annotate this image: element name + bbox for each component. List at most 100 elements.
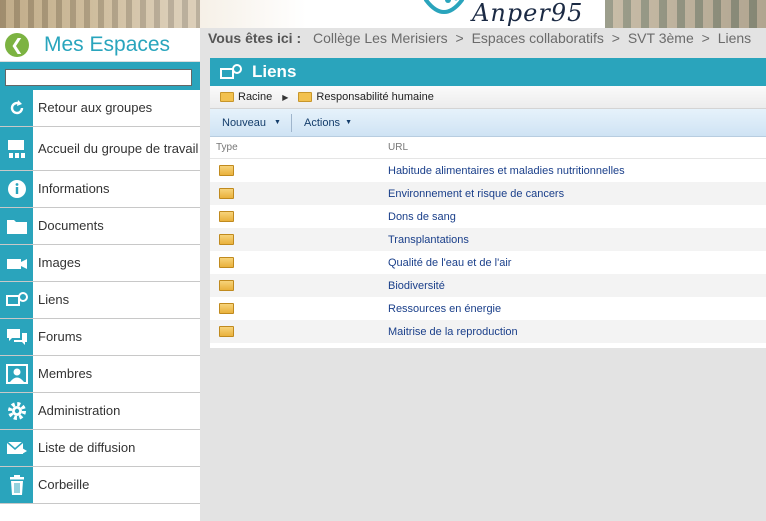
link-title[interactable]: Ressources en énergie [388, 303, 501, 315]
sidebar-item-retour[interactable]: Retour aux groupes [0, 90, 200, 127]
links-icon [0, 282, 33, 318]
site-logo[interactable]: Anper95 [420, 0, 605, 28]
folder-icon [210, 257, 388, 268]
sidebar-item-label: Corbeille [38, 477, 90, 492]
table-row[interactable]: Environnement et risque de cancers [210, 182, 766, 205]
table-row[interactable]: Dons de sang [210, 205, 766, 228]
refresh-icon [0, 90, 33, 126]
sidebar-item-label: Images [38, 255, 81, 270]
folder-icon [210, 326, 388, 337]
breadcrumb: Vous êtes ici : Collège Les Merisiers > … [208, 28, 766, 48]
links-panel: Liens Racine ▶ Responsabilité humaine No… [210, 58, 766, 348]
table-row[interactable]: Ressources en énergie [210, 297, 766, 320]
back-arrow-icon[interactable]: ❮ [5, 32, 29, 57]
link-title[interactable]: Biodiversité [388, 280, 445, 292]
breadcrumb-item[interactable]: Collège Les Merisiers [313, 30, 448, 46]
link-title[interactable]: Dons de sang [388, 211, 456, 223]
gear-icon [0, 393, 33, 429]
chevron-down-icon: ▼ [345, 119, 352, 126]
sidebar-item-label: Administration [38, 403, 121, 418]
link-title[interactable]: Maitrise de la reproduction [388, 326, 518, 338]
breadcrumb-separator: > [455, 30, 464, 46]
folder-icon [210, 211, 388, 222]
column-header-url[interactable]: URL [388, 142, 766, 153]
smile-logo-icon [424, 0, 464, 14]
breadcrumb-prefix: Vous êtes ici : [208, 30, 302, 46]
mail-icon [0, 430, 33, 466]
members-icon [0, 356, 33, 392]
banner-photo-right [605, 0, 766, 28]
sidebar-item-label: Accueil du groupe de travail [38, 140, 199, 156]
sidebar-item-accueil[interactable]: Accueil du groupe de travail [0, 127, 200, 171]
sidebar-item-corbeille[interactable]: Corbeille [0, 467, 200, 504]
sidebar-item-membres[interactable]: Membres [0, 356, 200, 393]
sidebar-item-label: Informations [38, 181, 110, 196]
top-banner: Anper95 [0, 0, 766, 28]
breadcrumb-separator: > [611, 30, 620, 46]
breadcrumb-item[interactable]: SVT 3ème [628, 30, 694, 46]
sidebar-item-label: Liste de diffusion [38, 440, 136, 455]
sidebar-item-images[interactable]: Images [0, 245, 200, 282]
table-row[interactable]: Transplantations [210, 228, 766, 251]
sidebar-item-label: Documents [38, 218, 104, 233]
sidebar-item-documents[interactable]: Documents [0, 208, 200, 245]
logo-text: Anper95 [472, 0, 584, 27]
folder-open-icon [298, 92, 313, 102]
sidebar-search-bar [0, 62, 200, 90]
actions-button-label: Actions [303, 116, 341, 129]
path-item-current[interactable]: Responsabilité humaine [316, 91, 433, 103]
sidebar-item-label: Retour aux groupes [38, 100, 153, 115]
sidebar-item-liste-diffusion[interactable]: Liste de diffusion [0, 430, 200, 467]
table-row[interactable]: Qualité de l'eau et de l'air [210, 251, 766, 274]
camera-icon [0, 245, 33, 281]
link-title[interactable]: Environnement et risque de cancers [388, 188, 564, 200]
link-title[interactable]: Qualité de l'eau et de l'air [388, 257, 511, 269]
table-row[interactable]: Maitrise de la reproduction [210, 320, 766, 343]
breadcrumb-item[interactable]: Liens [718, 30, 751, 46]
search-input[interactable] [5, 69, 192, 86]
page-title: Liens [252, 62, 297, 81]
folder-icon [210, 165, 388, 176]
banner-photo-left [0, 0, 200, 28]
sidebar-item-administration[interactable]: Administration [0, 393, 200, 430]
chevron-down-icon: ▼ [274, 119, 281, 126]
sidebar-item-label: Membres [38, 366, 93, 381]
forum-icon [0, 319, 33, 355]
table-header: Type URL [210, 137, 766, 159]
actions-button[interactable]: Actions ▼ [300, 117, 356, 129]
toolbar: Nouveau ▼ Actions ▼ [210, 109, 766, 137]
sidebar-menu: Retour aux groupes Accueil du groupe de … [0, 90, 200, 504]
folder-icon [210, 234, 388, 245]
table-body: Habitude alimentaires et maladies nutrit… [210, 159, 766, 343]
folder-icon [210, 188, 388, 199]
sidebar-header: ❮ Mes Espaces [0, 28, 200, 62]
panel-header: Liens [210, 58, 766, 86]
folder-icon [220, 92, 234, 102]
breadcrumb-item[interactable]: Espaces collaboratifs [472, 30, 604, 46]
info-icon [0, 171, 33, 207]
folder-icon [210, 280, 388, 291]
links-icon [220, 64, 242, 79]
table-row[interactable]: Biodiversité [210, 274, 766, 297]
chevron-right-icon: ▶ [282, 92, 289, 102]
sidebar-item-informations[interactable]: Informations [0, 171, 200, 208]
sidebar-item-label: Forums [38, 329, 83, 344]
link-title[interactable]: Habitude alimentaires et maladies nutrit… [388, 165, 625, 177]
breadcrumb-separator: > [701, 30, 710, 46]
trash-icon [0, 467, 33, 503]
table-row[interactable]: Habitude alimentaires et maladies nutrit… [210, 159, 766, 182]
column-header-type[interactable]: Type [210, 142, 388, 153]
link-title[interactable]: Transplantations [388, 234, 469, 246]
group-home-icon [0, 127, 33, 170]
path-item-root[interactable]: Racine [238, 91, 272, 103]
toolbar-divider [290, 113, 292, 132]
folder-icon [0, 208, 33, 244]
new-button[interactable]: Nouveau ▼ [218, 117, 285, 129]
sidebar: ❮ Mes Espaces Retour aux groupes Accueil… [0, 28, 200, 521]
sidebar-item-forums[interactable]: Forums [0, 319, 200, 356]
sidebar-item-label: Liens [38, 292, 70, 307]
sidebar-item-liens[interactable]: Liens [0, 282, 200, 319]
folder-path: Racine ▶ Responsabilité humaine [210, 86, 766, 109]
sidebar-title: Mes Espaces [44, 32, 171, 56]
new-button-label: Nouveau [222, 116, 267, 129]
